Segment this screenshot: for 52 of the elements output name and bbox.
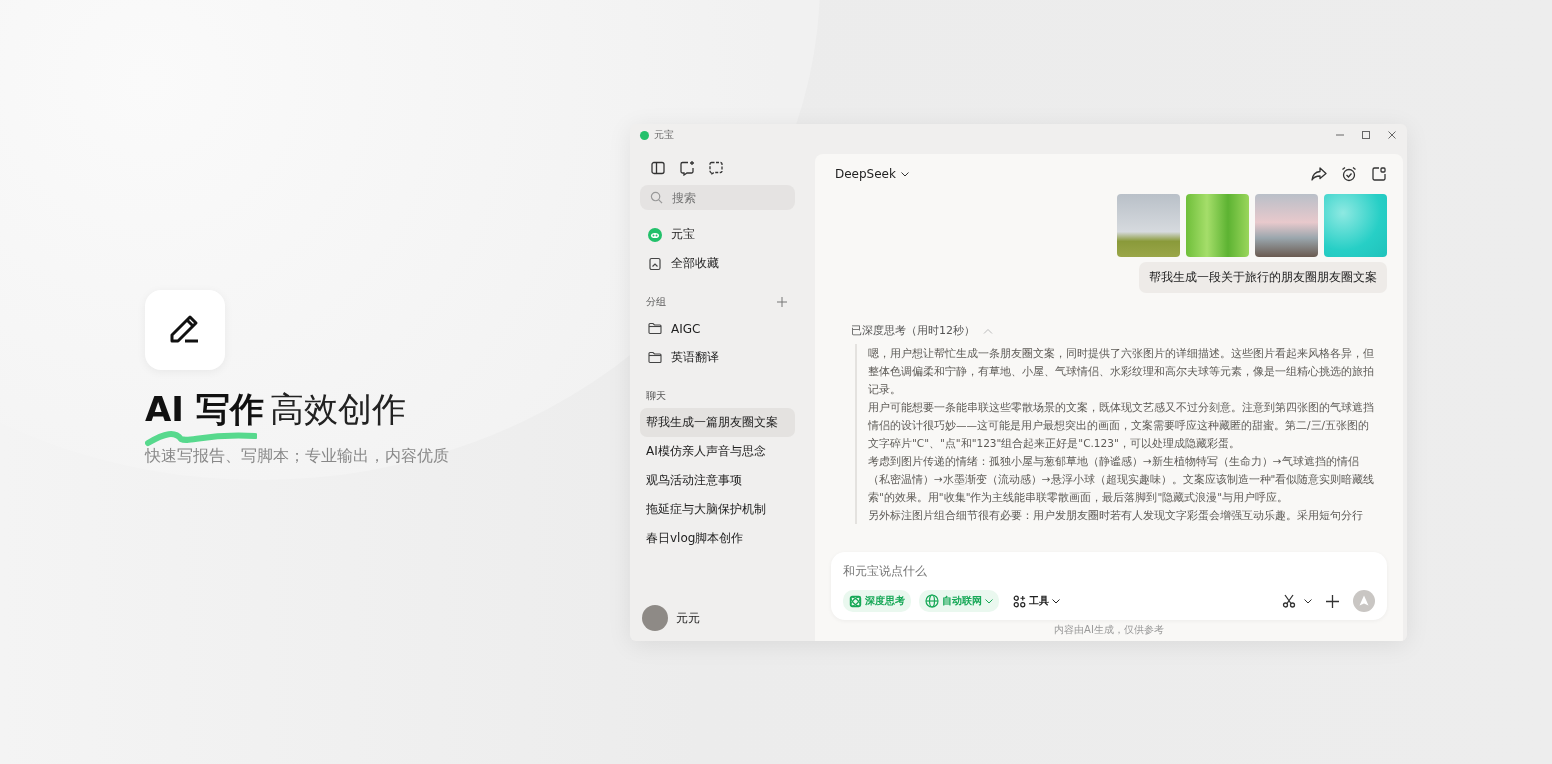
- new-window-icon[interactable]: [1371, 166, 1387, 182]
- search-icon: [650, 191, 663, 204]
- user-message: 帮我生成一段关于旅行的朋友圈朋友圈文案: [1139, 262, 1387, 293]
- chat-item[interactable]: 帮我生成一篇朋友圈文案: [640, 408, 795, 437]
- chat-bubble-icon[interactable]: [708, 160, 724, 176]
- nav-item[interactable]: 元宝: [640, 220, 795, 249]
- globe-icon: [925, 594, 939, 608]
- chevron-down-icon[interactable]: [1304, 598, 1312, 604]
- new-chat-icon[interactable]: [679, 160, 695, 176]
- reasoning-paragraph: 用户可能想要一条能串联这些零散场景的文案，既体现文艺感又不过分刻意。注意到第四张图的气球遮挡情侣的设计很巧妙——这可能是用户最想突出的画面，文案需要呼应这种藏匿的甜蜜。第二/三/五张图的文字碎片"C"、"点"和"123"组合起来正好是"C.123"，可以处理成隐藏彩蛋。: [868, 400, 1375, 451]
- reasoning-paragraph: 考虑到图片传递的情绪：孤独小屋与葱郁草地（静谧感）→新生植物特写（生命力）→气球遮挡的情侣（私密温情）→水墨渐变（流动感）→悬浮小球（超现实趣味）。文案应该制造一种"看似随意实则暗藏线索"的效果。用"收集"作为主线能串联零散画面，最后落脚到"隐藏式浪漫"与用户呼应。: [868, 454, 1376, 505]
- chat-item[interactable]: 观鸟活动注意事项: [640, 466, 795, 495]
- maximize-icon[interactable]: [1361, 130, 1371, 140]
- tagline: 快速写报告、写脚本；专业输出，内容优质: [145, 446, 450, 467]
- section-heading: 聊天: [646, 389, 666, 403]
- disclaimer: 内容由AI生成，仅供参考: [1053, 623, 1165, 637]
- message-composer[interactable]: 和元宝说点什么 深度思考 自动联网 工具: [831, 552, 1387, 620]
- folder-icon: [648, 322, 662, 335]
- tool-toggle[interactable]: 工具: [1007, 590, 1066, 612]
- reasoning-paragraph: 另外标注图片组合细节很有必要：用户发朋友圈时若有人发现文字彩蛋会增强互动乐趣。采用短句分行: [868, 508, 1364, 523]
- atom-icon: [849, 594, 862, 608]
- window-title: 元宝: [654, 128, 674, 142]
- close-icon[interactable]: [1387, 130, 1397, 140]
- app-logo-icon: [640, 130, 649, 140]
- alarm-clock-icon[interactable]: [1341, 166, 1357, 182]
- headline-text: 高效创作: [269, 392, 406, 426]
- group-item[interactable]: 英语翻译: [640, 343, 795, 372]
- chat-item[interactable]: AI模仿亲人声音与思念: [640, 437, 795, 466]
- photo-placeholder[interactable]: [1255, 194, 1318, 257]
- apps-icon: [1013, 594, 1026, 608]
- user-name: 元元: [676, 609, 700, 627]
- app-logo-icon: [648, 227, 662, 242]
- share-icon[interactable]: [1311, 166, 1327, 182]
- reasoning-paragraph: 嗯，用户想让帮忙生成一条朋友圈文案，同时提供了六张图片的详细描述。这些图片看起来风格各异，但整体色调偏柔和宁静，有草地、小屋、气球情侣、水彩纹理和高尔夫球等元素，像是一组精心挑选的旅拍记录。: [868, 346, 1375, 397]
- nav-item[interactable]: 全部收藏: [640, 249, 795, 278]
- thinking-label: 已深度思考（用时12秒）: [851, 323, 975, 338]
- chat-item[interactable]: 春日vlog脚本创作: [640, 524, 795, 553]
- section-heading: 分组: [646, 295, 666, 309]
- scissors-icon[interactable]: [1282, 594, 1296, 608]
- folder-icon: [648, 351, 662, 364]
- group-item[interactable]: AIGC: [640, 314, 795, 343]
- model-dropdown[interactable]: DeepSeek: [831, 167, 913, 181]
- avatar[interactable]: [642, 605, 668, 631]
- chevron-down-icon: [900, 171, 909, 177]
- chat-item[interactable]: 拖延症与大脑保护机制: [640, 495, 795, 524]
- plus-icon[interactable]: [1326, 594, 1339, 608]
- search-field[interactable]: 搜索: [640, 185, 795, 210]
- search-input[interactable]: 搜索: [670, 189, 774, 206]
- chevron-down-icon: [1052, 598, 1060, 604]
- chevron-down-icon: [985, 598, 993, 604]
- sidebar-toggle-icon[interactable]: [650, 160, 666, 176]
- headline-bold: AI 写作: [145, 392, 264, 426]
